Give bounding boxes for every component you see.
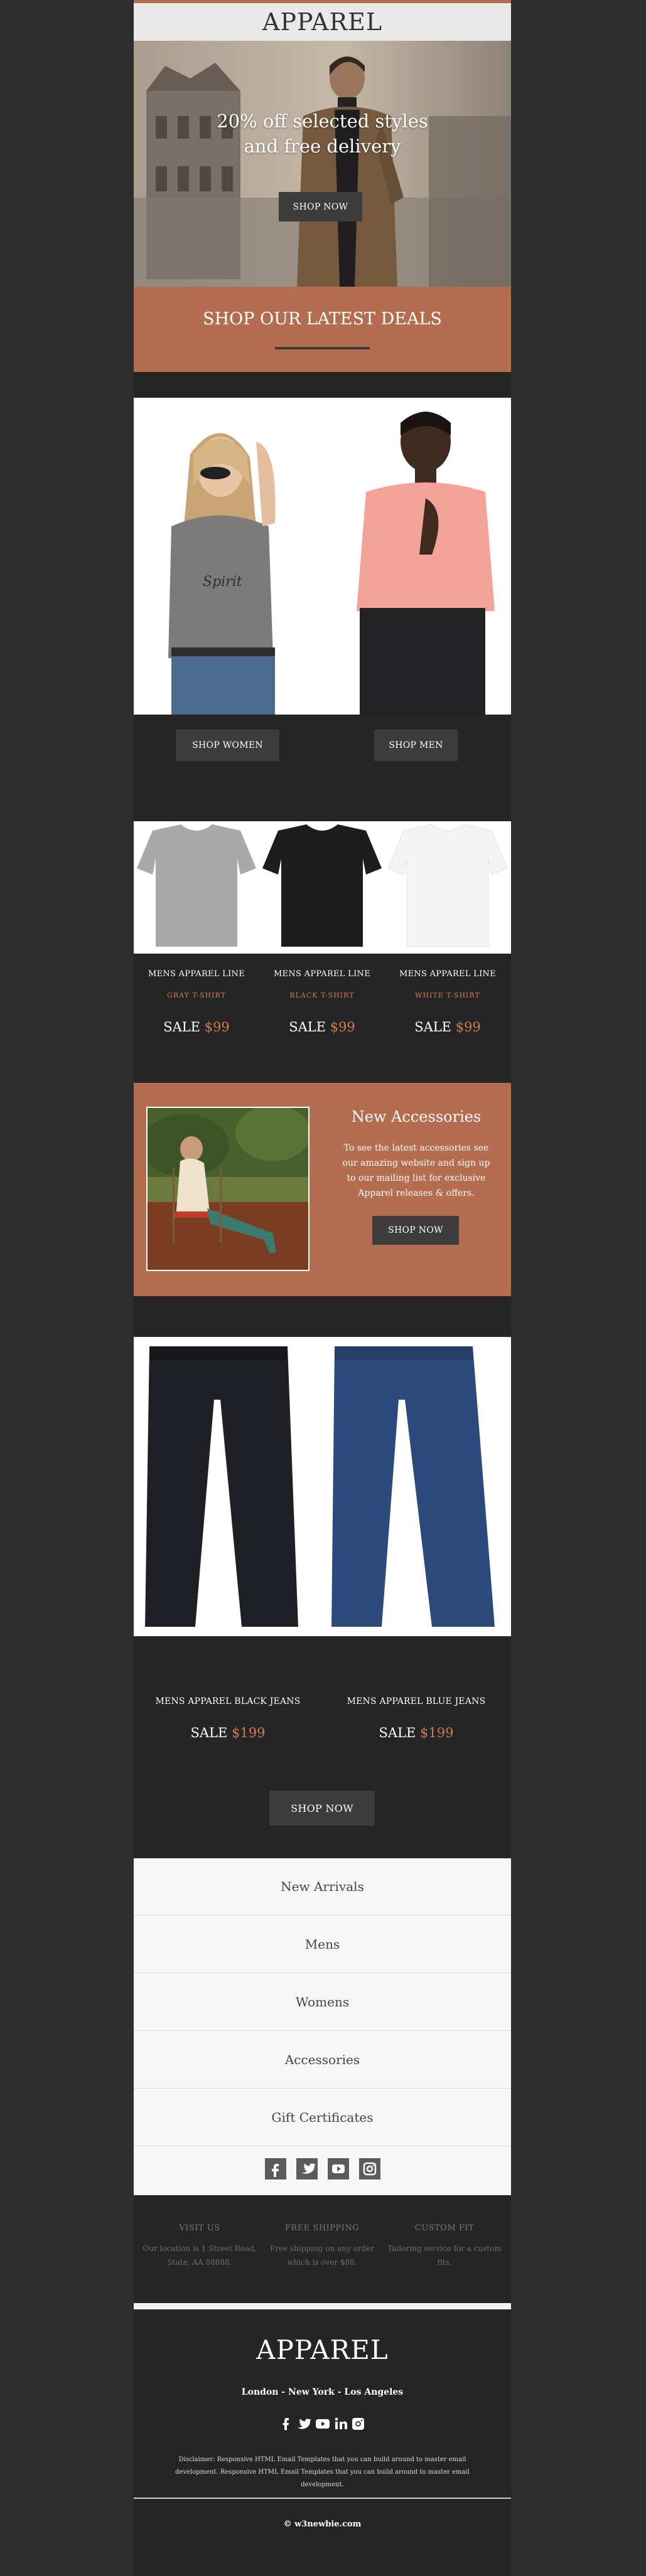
info-title: FREE SHIPPING — [284, 2223, 360, 2233]
footer-copyright[interactable]: © w3newbie.com — [134, 2520, 511, 2529]
linkedin-icon[interactable] — [334, 2416, 348, 2431]
accessories-shop-now-button[interactable]: SHOP NOW — [372, 1216, 459, 1245]
tshirt-images — [134, 821, 511, 954]
hero-image — [134, 41, 511, 287]
sale-label: SALE — [163, 1019, 201, 1035]
price: $99 — [204, 1019, 230, 1035]
sale-label: SALE — [379, 1725, 416, 1740]
accessories-section: New Accessories To see the latest access… — [134, 1083, 511, 1296]
footer-disclaimer: Disclaimer: Responsive HTML Email Templa… — [175, 2456, 470, 2488]
deals-banner: SHOP OUR LATEST DEALS — [134, 287, 511, 372]
gender-image: Spirit — [134, 398, 511, 715]
jeans-card-2[interactable]: MENS APPAREL BLUE JEANS SALE $199 — [322, 1694, 510, 1763]
header-logo[interactable]: APPAREL — [134, 8, 511, 36]
hero-headline-1: 20% off selected styles — [217, 110, 428, 132]
price: $99 — [455, 1019, 481, 1035]
tshirt-name: BLACK T-SHIRT — [289, 991, 355, 999]
price: $199 — [420, 1725, 454, 1740]
tshirt-card-2[interactable]: MENS APPAREL LINE BLACK T-SHIRT SALE $99 — [259, 963, 385, 1048]
info-column-fit: CUSTOM FIT Tailoring service for a custo… — [385, 2223, 504, 2269]
twitter-icon[interactable] — [296, 2416, 311, 2431]
tshirt-price-row: SALE $99 — [134, 1019, 259, 1035]
hero-headline-2: and free delivery — [244, 136, 401, 157]
info-column-visit: VISIT US Our location is 1 Street Road, … — [140, 2223, 259, 2269]
header: APPAREL — [134, 3, 511, 41]
footer-logo[interactable]: APPAREL — [134, 2334, 511, 2365]
tshirt-name: WHITE T-SHIRT — [415, 991, 480, 999]
accessories-title: New Accessories — [351, 1108, 482, 1126]
shop-women-button[interactable]: SHOP WOMEN — [176, 730, 279, 761]
tshirt-line: MENS APPAREL LINE — [273, 969, 371, 979]
info-title: CUSTOM FIT — [414, 2223, 475, 2233]
jeans-name: MENS APPAREL BLACK JEANS — [155, 1696, 301, 1706]
facebook-icon[interactable] — [279, 2416, 292, 2431]
menu-item-accessories[interactable]: Accessories — [134, 2031, 511, 2089]
hero-photo — [134, 41, 511, 287]
email-container: APPAREL 20% off selected styles and free… — [134, 0, 511, 2576]
tshirt-price-row: SALE $99 — [259, 1019, 385, 1035]
footer-social-row — [279, 2416, 365, 2431]
jeans-shop-now-button[interactable]: SHOP NOW — [269, 1791, 375, 1826]
footer-divider — [134, 2498, 511, 2499]
info-text: Our location is 1 Street Road, State, AA… — [143, 2244, 257, 2267]
accessories-photo — [148, 1108, 308, 1270]
youtube-icon[interactable] — [315, 2416, 330, 2431]
footer-cities: London - New York - Los Angeles — [241, 2387, 404, 2397]
jeans-images — [134, 1337, 511, 1636]
instagram-icon[interactable] — [359, 2158, 380, 2179]
tshirt-name: GRAY T-SHIRT — [167, 991, 226, 999]
menu-item-new-arrivals[interactable]: New Arrivals — [134, 1858, 511, 1915]
tshirt-photos — [137, 824, 508, 947]
menu-section: New Arrivals Mens Womens Accessories Gif… — [134, 1858, 511, 2195]
tshirt-line: MENS APPAREL LINE — [399, 969, 497, 979]
tshirt-card-3[interactable]: MENS APPAREL LINE WHITE T-SHIRT SALE $99 — [385, 963, 510, 1048]
jeans-name: MENS APPAREL BLUE JEANS — [347, 1696, 486, 1706]
deals-banner-text[interactable]: SHOP OUR LATEST DEALS — [134, 309, 511, 329]
menu-item-gift-certificates[interactable]: Gift Certificates — [134, 2089, 511, 2146]
shop-men-button[interactable]: SHOP MEN — [374, 730, 458, 761]
twitter-icon[interactable] — [296, 2158, 318, 2179]
svg-text:Spirit: Spirit — [203, 574, 242, 590]
footer-top-bar — [134, 2303, 511, 2309]
tshirt-line: MENS APPAREL LINE — [148, 969, 245, 979]
hero-shop-now-button[interactable]: SHOP NOW — [279, 192, 362, 221]
menu-item-womens[interactable]: Womens — [134, 1973, 511, 2031]
info-title: VISIT US — [179, 2223, 220, 2233]
jeans-price-row: SALE $199 — [322, 1725, 510, 1740]
gender-photo: Spirit — [168, 412, 495, 715]
menu-item-mens[interactable]: Mens — [134, 1915, 511, 1973]
footer: APPAREL London - New York - Los Angeles … — [134, 2309, 511, 2576]
facebook-icon[interactable] — [265, 2158, 286, 2179]
accessories-body: To see the latest accessories see our am… — [342, 1143, 490, 1198]
sale-label: SALE — [289, 1019, 326, 1035]
info-text: Free shipping on any order which is over… — [270, 2244, 374, 2267]
social-row — [265, 2158, 380, 2179]
youtube-icon[interactable] — [328, 2158, 349, 2179]
tshirt-card-1[interactable]: MENS APPAREL LINE GRAY T-SHIRT SALE $99 — [134, 963, 259, 1048]
price: $199 — [232, 1725, 266, 1740]
sale-label: SALE — [414, 1019, 452, 1035]
info-column-shipping: FREE SHIPPING Free shipping on any order… — [262, 2223, 382, 2269]
price: $99 — [330, 1019, 355, 1035]
info-section: VISIT US Our location is 1 Street Road, … — [134, 2195, 511, 2303]
tshirt-price-row: SALE $99 — [385, 1019, 510, 1035]
jeans-price-row: SALE $199 — [134, 1725, 322, 1740]
instagram-icon[interactable] — [351, 2416, 365, 2431]
deals-banner-underline — [275, 347, 370, 349]
jeans-photos — [145, 1346, 495, 1627]
sale-label: SALE — [190, 1725, 228, 1740]
accessories-image[interactable] — [146, 1107, 310, 1271]
jeans-card-1[interactable]: MENS APPAREL BLACK JEANS SALE $199 — [134, 1694, 322, 1763]
info-text: Tailoring service for a custom fits. — [387, 2244, 502, 2267]
